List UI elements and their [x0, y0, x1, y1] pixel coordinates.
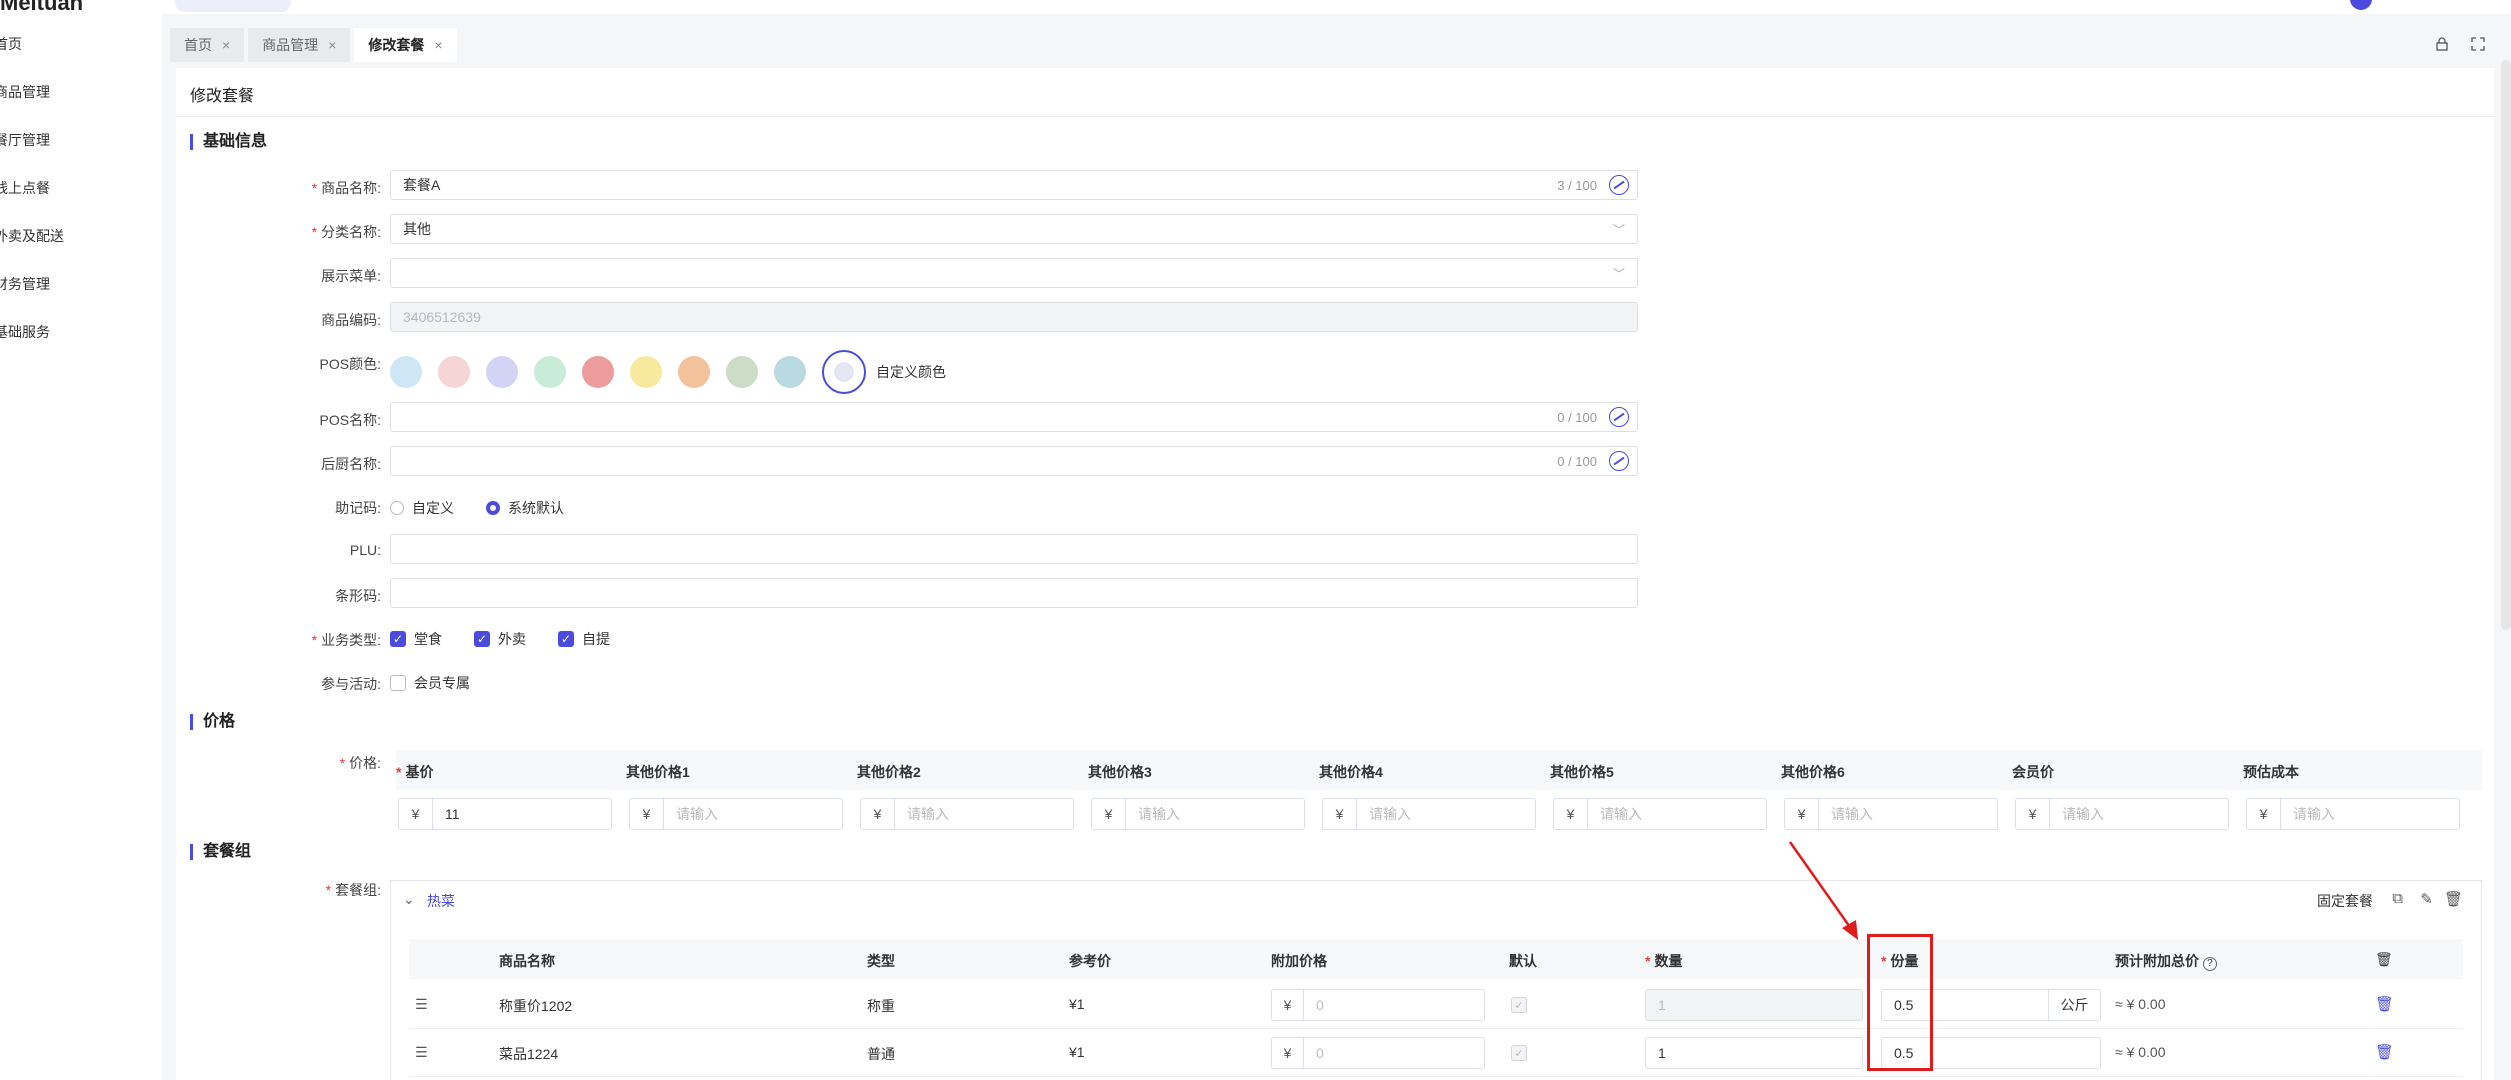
annotation-overlay [1788, 841, 1858, 940]
annotation-box [1867, 934, 1933, 1071]
annotation-arrowhead [1842, 920, 1858, 940]
scrollbar[interactable] [2501, 60, 2511, 630]
annotation-arrow [1788, 841, 1854, 931]
